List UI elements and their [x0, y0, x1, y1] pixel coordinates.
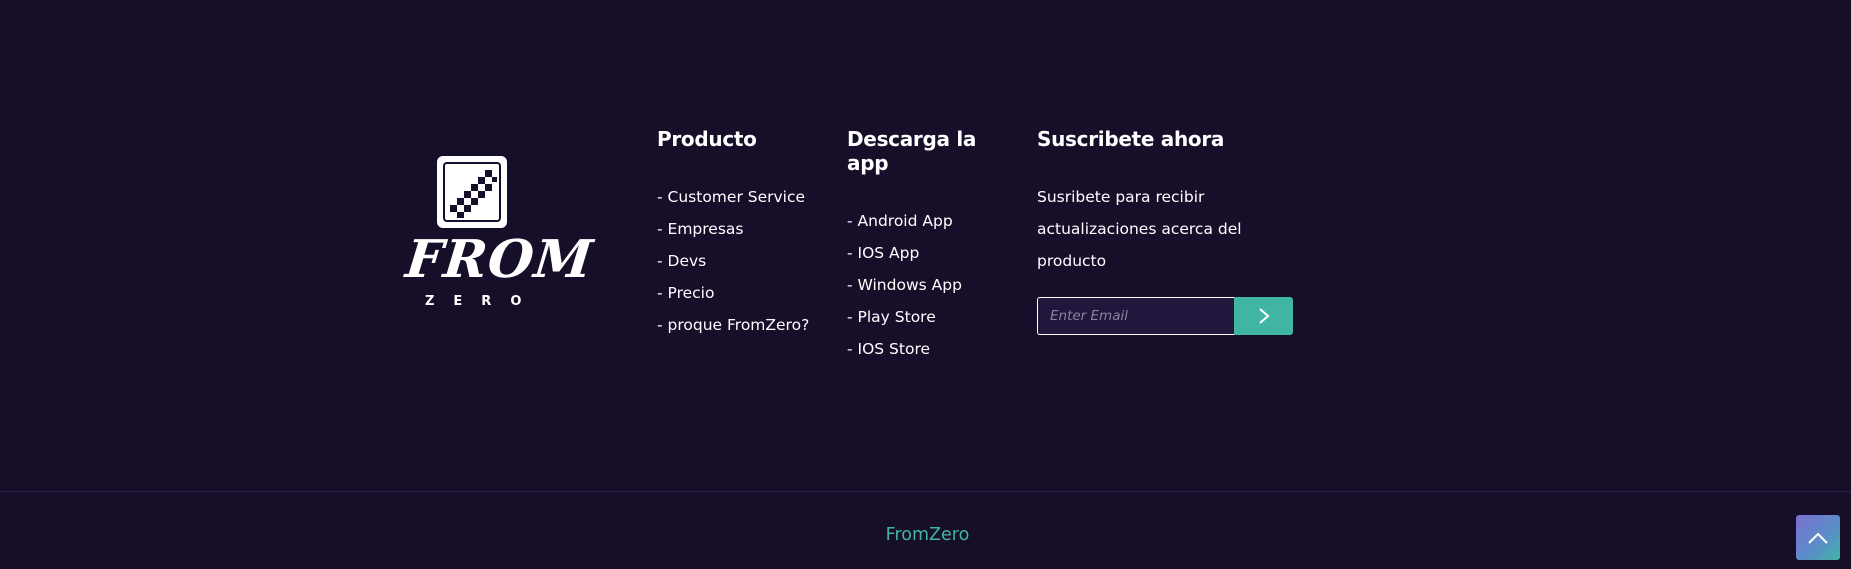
- link-empresas[interactable]: - Empresas: [657, 213, 837, 245]
- footer-bottom: FromZero: [0, 492, 1851, 569]
- scroll-to-top-button[interactable]: [1796, 515, 1840, 560]
- footer-main: FROM ZERO Producto - Customer Service - …: [0, 0, 1851, 491]
- link-customer-service[interactable]: - Customer Service: [657, 181, 837, 213]
- brand-link[interactable]: FromZero: [0, 525, 1851, 545]
- subscribe-button[interactable]: [1234, 297, 1293, 335]
- subscribe-column: Suscribete ahora Susribete para recibir …: [1037, 127, 1293, 335]
- product-title: Producto: [657, 127, 757, 151]
- link-precio[interactable]: - Precio: [657, 277, 837, 309]
- subscribe-title: Suscribete ahora: [1037, 127, 1225, 151]
- subscribe-form: [1037, 297, 1293, 335]
- link-ios-store[interactable]: - IOS Store: [847, 333, 1012, 365]
- checker-stairs-icon: [450, 170, 497, 218]
- product-links: - Customer Service - Empresas - Devs - P…: [657, 181, 837, 341]
- link-ios-app[interactable]: - IOS App: [847, 237, 1012, 269]
- link-proque-fromzero[interactable]: - proque FromZero?: [657, 309, 837, 341]
- email-input[interactable]: [1037, 297, 1234, 335]
- link-windows-app[interactable]: - Windows App: [847, 269, 1012, 301]
- subscribe-description: Susribete para recibir actualizaciones a…: [1037, 188, 1242, 270]
- chevron-right-icon: [1258, 308, 1270, 324]
- link-android-app[interactable]: - Android App: [847, 205, 1012, 237]
- logo-wordmark: FROM: [402, 229, 597, 290]
- logo-subtitle: ZERO: [425, 294, 541, 309]
- logo-emblem: [437, 156, 507, 228]
- chevron-up-icon: [1808, 532, 1828, 544]
- app-download-links: - Android App - IOS App - Windows App - …: [847, 205, 1012, 365]
- link-play-store[interactable]: - Play Store: [847, 301, 1012, 333]
- app-download-title: Descarga la app: [847, 127, 977, 175]
- app-download-column: Descarga la app - Android App - IOS App …: [847, 127, 1012, 365]
- link-devs[interactable]: - Devs: [657, 245, 837, 277]
- product-column: Producto - Customer Service - Empresas -…: [657, 127, 837, 341]
- fromzero-logo[interactable]: FROM ZERO: [402, 154, 597, 314]
